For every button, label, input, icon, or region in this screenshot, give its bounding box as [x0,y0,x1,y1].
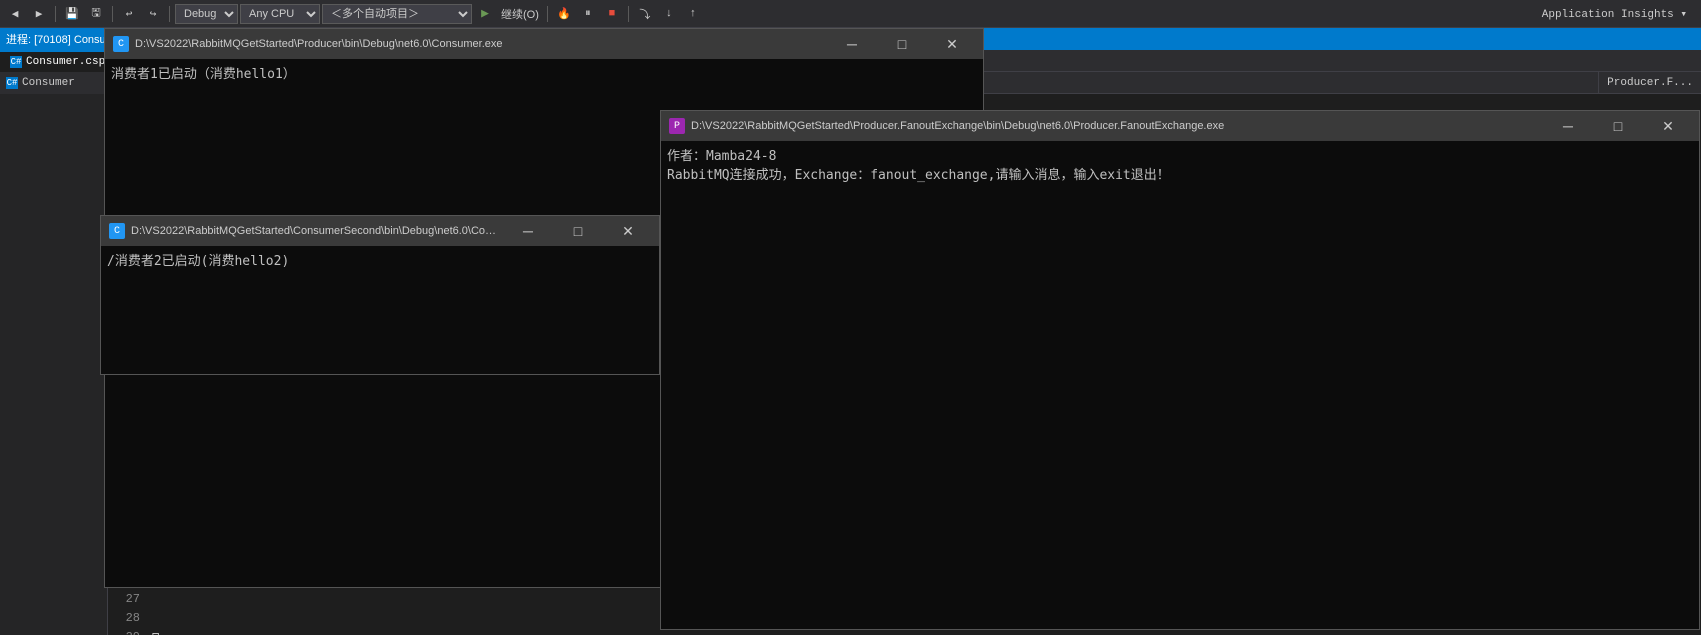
continue-label[interactable]: 继续(O) [498,3,542,25]
console-minimize-2[interactable]: ─ [505,221,551,241]
console-title-2: D:\VS2022\RabbitMQGetStarted\ConsumerSec… [131,225,499,237]
console-body-2: /消费者2已启动(消费hello2) [101,246,659,374]
line-num-28: 28 [108,609,140,628]
toolbar-sep4 [547,6,548,22]
producer-label: Producer.F... [1607,77,1693,89]
console-window-consumer2: C D:\VS2022\RabbitMQGetStarted\ConsumerS… [100,215,660,375]
console-titlebar-3: P D:\VS2022\RabbitMQGetStarted\Producer.… [661,111,1699,141]
cpu-dropdown[interactable]: Any CPU [240,4,320,24]
toolbar-save-btn[interactable]: 💾 [61,3,83,25]
console-maximize-1[interactable]: □ [879,34,925,54]
console-close-3[interactable]: ✕ [1645,116,1691,136]
continue-btn[interactable]: ▶ [474,3,496,25]
toolbar-right: Application Insights ▾ [1536,7,1701,21]
toolbar: ◀ ▶ 💾 🖫 ↩ ↪ Debug Any CPU ＜多个自动项目＞ ▶ 继续(… [0,0,1701,28]
debug-dropdown[interactable]: Debug [175,4,238,24]
console-controls-1: ─ □ ✕ [829,34,975,54]
console-close-1[interactable]: ✕ [929,34,975,54]
tab-cs-icon: C# [10,56,22,68]
toolbar-fire-btn[interactable]: 🔥 [553,3,575,25]
toolbar-step-over[interactable]: ⤵ [634,3,656,25]
console-icon-3: P [669,118,685,134]
console-window-producer: P D:\VS2022\RabbitMQGetStarted\Producer.… [660,110,1700,630]
sidebar-cs-icon: C# [6,77,18,89]
console-icon-1: C [113,36,129,52]
sidebar-header: C# Consumer [0,72,107,94]
toolbar-saveall-btn[interactable]: 🖫 [85,3,107,25]
toolbar-sep5 [628,6,629,22]
console-line-3-1: 作者：Mamba24-8 [667,145,1693,164]
toolbar-breakpoint-btn[interactable]: ⏸ [577,3,599,25]
console-titlebar-2: C D:\VS2022\RabbitMQGetStarted\ConsumerS… [101,216,659,246]
console-body-3: 作者：Mamba24-8 RabbitMQ连接成功，Exchange：fanou… [661,141,1699,629]
console-controls-3: ─ □ ✕ [1545,116,1691,136]
console-line-3-2: RabbitMQ连接成功，Exchange：fanout_exchange,请输… [667,164,1693,183]
startup-dropdown[interactable]: ＜多个自动项目＞ [322,4,472,24]
console-maximize-2[interactable]: □ [555,221,601,241]
toolbar-stop-btn[interactable]: ■ [601,3,623,25]
line-num-29: 29 [108,628,140,635]
code-line-28: ⊟ [152,630,159,635]
console-icon-2: C [109,223,125,239]
toolbar-forward-btn[interactable]: ▶ [28,3,50,25]
toolbar-redo-btn[interactable]: ↪ [142,3,164,25]
sidebar-header-label: Consumer [22,77,75,89]
toolbar-back-btn[interactable]: ◀ [4,3,26,25]
toolbar-sep2 [112,6,113,22]
toolbar-left: ◀ ▶ 💾 🖫 ↩ ↪ Debug Any CPU ＜多个自动项目＞ ▶ 继续(… [0,3,1536,25]
line-num-27: 27 [108,590,140,609]
console-minimize-3[interactable]: ─ [1545,116,1591,136]
console-line-1-1: 消费者1已启动（消费hello1） [111,63,977,82]
app-insights-label[interactable]: Application Insights ▾ [1536,7,1693,21]
console-controls-2: ─ □ ✕ [505,221,651,241]
console-maximize-3[interactable]: □ [1595,116,1641,136]
console-line-2-1: /消费者2已启动(消费hello2) [107,250,653,269]
toolbar-undo-btn[interactable]: ↩ [118,3,140,25]
console-minimize-1[interactable]: ─ [829,34,875,54]
toolbar-step-into[interactable]: ↓ [658,3,680,25]
sidebar: C# Consumer [0,72,108,635]
console-title-1: D:\VS2022\RabbitMQGetStarted\Producer\bi… [135,38,823,50]
toolbar-sep3 [169,6,170,22]
console-titlebar-1: C D:\VS2022\RabbitMQGetStarted\Producer\… [105,29,983,59]
toolbar-step-out[interactable]: ↑ [682,3,704,25]
console-title-3: D:\VS2022\RabbitMQGetStarted\Producer.Fa… [691,120,1539,132]
console-close-2[interactable]: ✕ [605,221,651,241]
producer-tab-right[interactable]: Producer.F... [1598,72,1701,93]
toolbar-sep1 [55,6,56,22]
